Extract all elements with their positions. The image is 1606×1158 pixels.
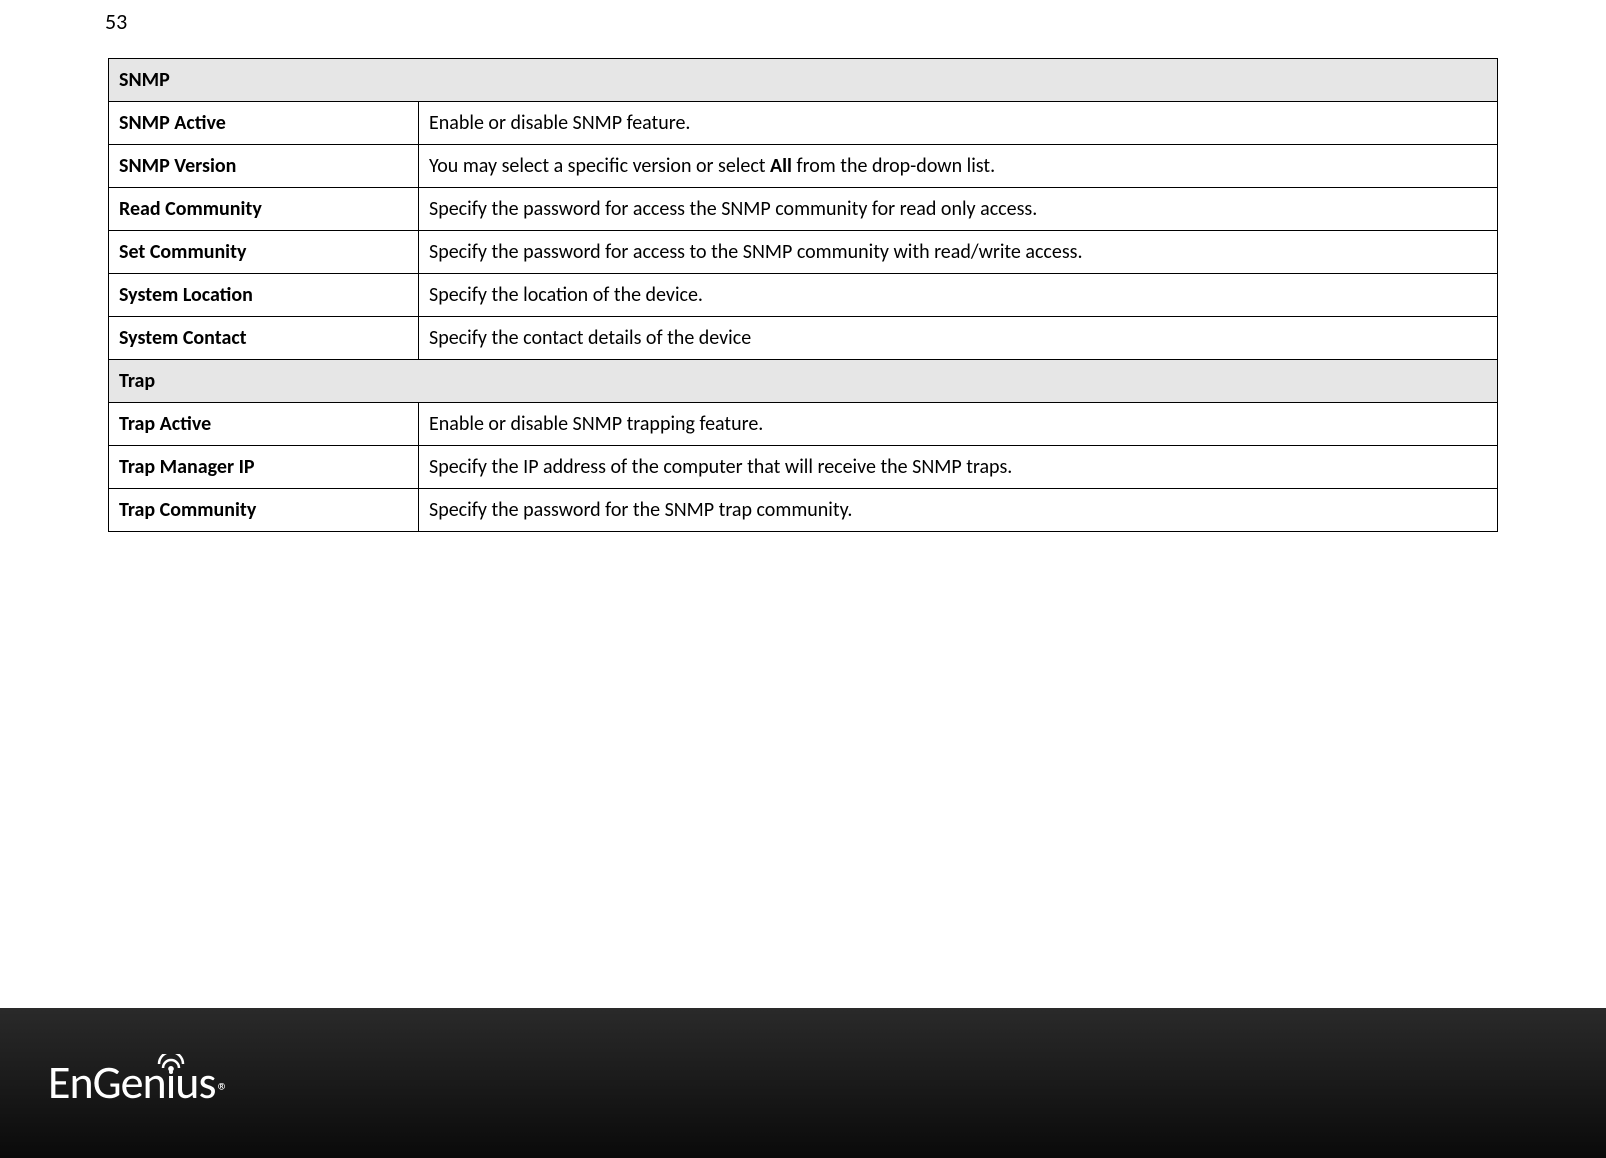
row-label: Trap Active <box>109 403 419 446</box>
row-desc: Specify the IP address of the computer t… <box>419 446 1498 489</box>
row-label: System Location <box>109 274 419 317</box>
table-row: System Location Specify the location of … <box>109 274 1498 317</box>
row-desc: Specify the password for access the SNMP… <box>419 188 1498 231</box>
desc-post: from the drop-down list. <box>792 154 995 178</box>
table-row: SNMP Version You may select a specific v… <box>109 145 1498 188</box>
page-number: 53 <box>105 8 127 35</box>
row-label: System Contact <box>109 317 419 360</box>
row-label: Trap Manager IP <box>109 446 419 489</box>
row-label: Read Community <box>109 188 419 231</box>
section-header-trap: Trap <box>109 360 1498 403</box>
row-desc: Specify the password for the SNMP trap c… <box>419 489 1498 532</box>
table-row: Trap Active Enable or disable SNMP trapp… <box>109 403 1498 446</box>
row-label: Trap Community <box>109 489 419 532</box>
snmp-settings-table: SNMP SNMP Active Enable or disable SNMP … <box>108 58 1498 532</box>
table-row: Trap Manager IP Specify the IP address o… <box>109 446 1498 489</box>
page-footer: EnGenius® <box>0 1008 1606 1158</box>
row-desc: You may select a specific version or sel… <box>419 145 1498 188</box>
table-row: Set Community Specify the password for a… <box>109 231 1498 274</box>
section-header-label: SNMP <box>109 59 1498 102</box>
main-content: SNMP SNMP Active Enable or disable SNMP … <box>0 0 1606 532</box>
table-row: System Contact Specify the contact detai… <box>109 317 1498 360</box>
section-header-label: Trap <box>109 360 1498 403</box>
row-desc: Enable or disable SNMP trapping feature. <box>419 403 1498 446</box>
row-desc: Enable or disable SNMP feature. <box>419 102 1498 145</box>
engenius-logo: EnGenius® <box>48 1055 228 1111</box>
row-desc: Specify the contact details of the devic… <box>419 317 1498 360</box>
logo-text-pre: EnGen <box>48 1055 166 1111</box>
table-row: Read Community Specify the password for … <box>109 188 1498 231</box>
section-header-snmp: SNMP <box>109 59 1498 102</box>
desc-bold: All <box>770 154 792 178</box>
logo-wifi-wrap: i <box>166 1055 176 1111</box>
table-row: Trap Community Specify the password for … <box>109 489 1498 532</box>
row-label: SNMP Active <box>109 102 419 145</box>
desc-pre: You may select a specific version or sel… <box>429 154 770 178</box>
row-label: SNMP Version <box>109 145 419 188</box>
row-desc: Specify the location of the device. <box>419 274 1498 317</box>
table-row: SNMP Active Enable or disable SNMP featu… <box>109 102 1498 145</box>
wifi-icon <box>157 1031 185 1051</box>
registered-symbol: ® <box>217 1077 227 1104</box>
row-desc: Specify the password for access to the S… <box>419 231 1498 274</box>
row-label: Set Community <box>109 231 419 274</box>
